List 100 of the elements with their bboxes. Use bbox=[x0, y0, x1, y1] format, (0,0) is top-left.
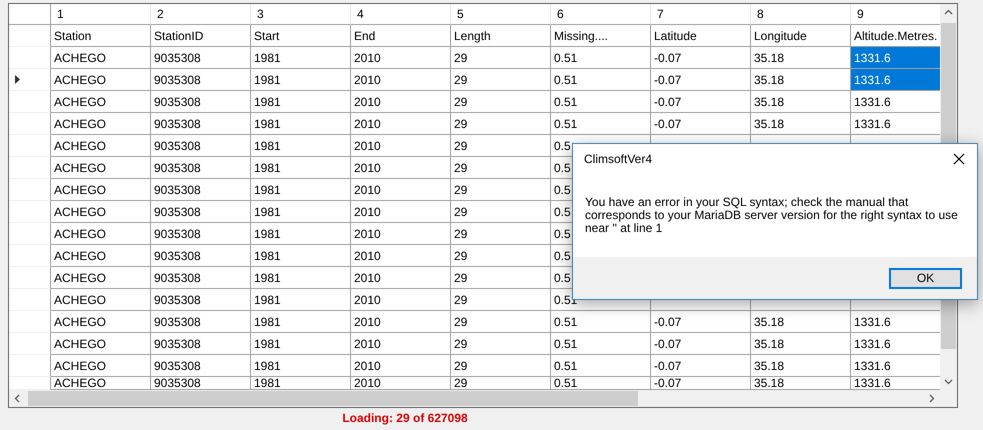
table-cell: 1981 bbox=[251, 355, 351, 377]
table-cell: 29 bbox=[451, 69, 551, 91]
table-cell: 1981 bbox=[251, 91, 351, 113]
table-cell: -0.07 bbox=[651, 113, 751, 135]
table-cell: 35.18 bbox=[751, 333, 851, 355]
table-cell: 2010 bbox=[351, 201, 451, 223]
table-cell: 2010 bbox=[351, 377, 451, 390]
table-cell: Missing.... bbox=[551, 25, 651, 47]
table-cell: ACHEGO bbox=[51, 47, 151, 69]
table-cell: 35.18 bbox=[751, 47, 851, 69]
table-cell: 2010 bbox=[351, 289, 451, 311]
table-cell: 1331.6 bbox=[851, 47, 940, 69]
table-cell: 2010 bbox=[351, 113, 451, 135]
table-cell: 29 bbox=[451, 245, 551, 267]
table-cell: 2010 bbox=[351, 91, 451, 113]
table-cell: 2010 bbox=[351, 245, 451, 267]
table-cell: Station bbox=[51, 25, 151, 47]
table-cell: 0.51 bbox=[551, 377, 651, 390]
table-cell: 0.51 bbox=[551, 355, 651, 377]
table-cell: 0.51 bbox=[551, 311, 651, 333]
table-cell: 1981 bbox=[251, 113, 351, 135]
table-cell: 35.18 bbox=[751, 69, 851, 91]
table-cell: 9035308 bbox=[151, 267, 251, 289]
table-cell: 9035308 bbox=[151, 69, 251, 91]
table-cell: 35.18 bbox=[751, 311, 851, 333]
table-cell: 1981 bbox=[251, 245, 351, 267]
table-cell: 9035308 bbox=[151, 113, 251, 135]
table-cell: 2010 bbox=[351, 267, 451, 289]
table-cell: -0.07 bbox=[651, 311, 751, 333]
table-cell: 9035308 bbox=[151, 377, 251, 390]
table-cell: 35.18 bbox=[751, 355, 851, 377]
table-cell: End bbox=[351, 25, 451, 47]
table-cell: ACHEGO bbox=[51, 135, 151, 157]
table-cell: 2010 bbox=[351, 333, 451, 355]
table-cell: 2010 bbox=[351, 47, 451, 69]
table-cell: 29 bbox=[451, 91, 551, 113]
table-cell: 9035308 bbox=[151, 47, 251, 69]
table-cell: 9035308 bbox=[151, 201, 251, 223]
table-cell: 29 bbox=[451, 223, 551, 245]
table-cell: ACHEGO bbox=[51, 69, 151, 91]
table-cell: StationID bbox=[151, 25, 251, 47]
table-cell: 1331.6 bbox=[851, 311, 940, 333]
table-cell: 2010 bbox=[351, 157, 451, 179]
table-cell: ACHEGO bbox=[51, 201, 151, 223]
table-cell: 29 bbox=[451, 333, 551, 355]
table-cell: ACHEGO bbox=[51, 179, 151, 201]
loading-status: Loading: 29 of 627098 bbox=[342, 411, 468, 425]
table-cell: ACHEGO bbox=[51, 377, 151, 390]
table-cell: 9035308 bbox=[151, 245, 251, 267]
table-cell: 2010 bbox=[351, 355, 451, 377]
table-cell: 35.18 bbox=[751, 377, 851, 390]
table-cell: 1331.6 bbox=[851, 69, 940, 91]
table-cell: 1981 bbox=[251, 135, 351, 157]
table-cell: 29 bbox=[451, 113, 551, 135]
table-cell: 9035308 bbox=[151, 355, 251, 377]
table-cell: ACHEGO bbox=[51, 245, 151, 267]
table-cell: 1981 bbox=[251, 69, 351, 91]
table-cell: 29 bbox=[451, 355, 551, 377]
table-cell: -0.07 bbox=[651, 47, 751, 69]
table-cell: 1981 bbox=[251, 223, 351, 245]
table-cell: -0.07 bbox=[651, 69, 751, 91]
table-cell: 2010 bbox=[351, 311, 451, 333]
table-cell: ACHEGO bbox=[51, 267, 151, 289]
table-cell: 9035308 bbox=[151, 311, 251, 333]
table-cell: ACHEGO bbox=[51, 223, 151, 245]
table-cell: Start bbox=[251, 25, 351, 47]
table-cell: 9035308 bbox=[151, 333, 251, 355]
table-cell: 1331.6 bbox=[851, 91, 940, 113]
table-cell: Latitude bbox=[651, 25, 751, 47]
table-cell: 1981 bbox=[251, 311, 351, 333]
table-cell: 29 bbox=[451, 201, 551, 223]
table-cell: ACHEGO bbox=[51, 91, 151, 113]
table-cell: Altitude.Metres. bbox=[851, 25, 940, 47]
table-cell: 0.51 bbox=[551, 47, 651, 69]
table-cell: 2010 bbox=[351, 179, 451, 201]
table-cell: 29 bbox=[451, 311, 551, 333]
table-cell: 1981 bbox=[251, 377, 351, 390]
table-cell: ACHEGO bbox=[51, 157, 151, 179]
table-cell: 29 bbox=[451, 135, 551, 157]
table-cell: 1981 bbox=[251, 201, 351, 223]
table-cell: 1981 bbox=[251, 267, 351, 289]
table-cell: 2010 bbox=[351, 69, 451, 91]
table-cell: 29 bbox=[451, 179, 551, 201]
table-cell: ACHEGO bbox=[51, 311, 151, 333]
table-cell: -0.07 bbox=[651, 91, 751, 113]
table-cell: 29 bbox=[451, 289, 551, 311]
table-cell: 1331.6 bbox=[851, 113, 940, 135]
table-cell: 9035308 bbox=[151, 223, 251, 245]
table-cell: ACHEGO bbox=[51, 355, 151, 377]
table-cell: 1981 bbox=[251, 333, 351, 355]
table-cell: 0.51 bbox=[551, 69, 651, 91]
table-cell: 1981 bbox=[251, 47, 351, 69]
table-cell: 2010 bbox=[351, 135, 451, 157]
table-cell: 1331.6 bbox=[851, 377, 940, 390]
table-cell: 0.51 bbox=[551, 333, 651, 355]
table-cell: -0.07 bbox=[651, 377, 751, 390]
table-cell: 1981 bbox=[251, 289, 351, 311]
table-cell: -0.07 bbox=[651, 355, 751, 377]
table-cell: 29 bbox=[451, 157, 551, 179]
table-cell: 9035308 bbox=[151, 91, 251, 113]
